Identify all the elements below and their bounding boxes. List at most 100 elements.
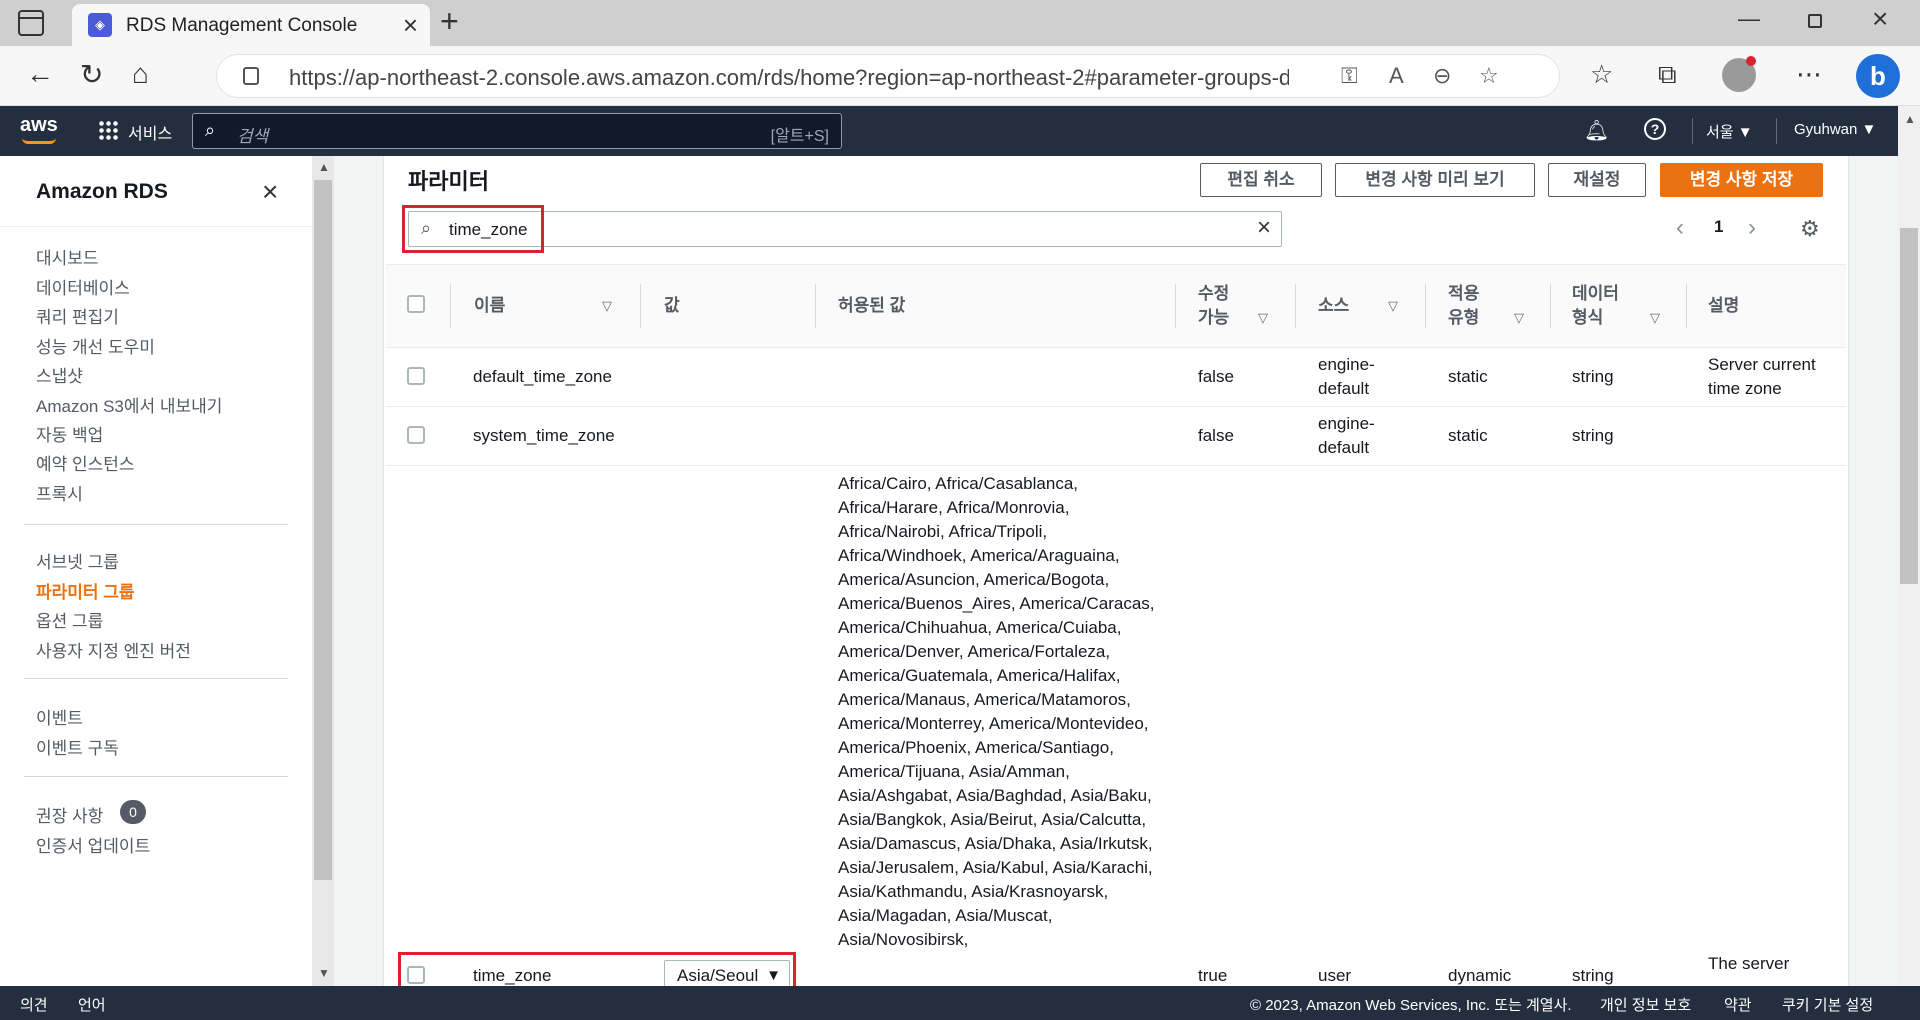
- aws-logo[interactable]: aws: [20, 114, 58, 137]
- column-header-data-type[interactable]: 데이터 형식: [1572, 282, 1619, 330]
- gear-icon[interactable]: ⚙: [1800, 216, 1820, 242]
- preview-changes-button[interactable]: 변경 사항 미리 보기: [1335, 163, 1535, 197]
- sort-icon[interactable]: ▽: [1514, 310, 1524, 326]
- column-header-modifiable[interactable]: 수정가능: [1198, 282, 1229, 330]
- column-header-source[interactable]: 소스: [1318, 294, 1349, 318]
- url-text[interactable]: https://ap-northeast-2.console.aws.amazo…: [289, 65, 1289, 91]
- address-bar[interactable]: https://ap-northeast-2.console.aws.amazo…: [216, 54, 1560, 98]
- maximize-icon[interactable]: [1808, 14, 1822, 28]
- user-menu[interactable]: Gyuhwan ▼: [1794, 121, 1876, 138]
- param-modifiable: true: [1198, 966, 1228, 985]
- row-checkbox[interactable]: [407, 367, 425, 385]
- add-favorite-icon[interactable]: ☆: [1479, 63, 1499, 89]
- sort-icon[interactable]: ▽: [602, 298, 612, 314]
- help-icon[interactable]: ?: [1644, 118, 1666, 140]
- refresh-icon[interactable]: ↻: [80, 58, 103, 91]
- sidebar-item-s3-exports[interactable]: Amazon S3에서 내보내기: [36, 392, 222, 417]
- column-divider: [640, 284, 641, 328]
- zoom-out-icon[interactable]: ⊖: [1433, 63, 1451, 89]
- read-aloud-icon[interactable]: A: [1389, 63, 1404, 89]
- column-header-allowed-values[interactable]: 허용된 값: [838, 294, 905, 318]
- language-link[interactable]: 언어: [78, 994, 106, 1015]
- cookie-preferences-link[interactable]: 쿠키 기본 설정: [1782, 994, 1873, 1015]
- param-data-type: string: [1572, 426, 1614, 445]
- terms-link[interactable]: 약관: [1724, 994, 1752, 1015]
- divider: [24, 524, 288, 525]
- column-header-apply-type[interactable]: 적용 유형: [1448, 282, 1479, 330]
- region-selector[interactable]: 서울 ▼: [1706, 121, 1753, 142]
- param-apply-type: dynamic: [1448, 966, 1512, 985]
- page-number[interactable]: 1: [1714, 217, 1723, 237]
- page-scrollbar-thumb[interactable]: [1900, 228, 1918, 584]
- aws-search-input[interactable]: ⌕ 검색 [알트+S]: [192, 113, 842, 149]
- sidebar-item-reserved-instances[interactable]: 예약 인스턴스: [36, 450, 135, 475]
- sort-icon[interactable]: ▽: [1258, 310, 1268, 326]
- cancel-edit-button[interactable]: 편집 취소: [1200, 163, 1322, 197]
- services-menu[interactable]: 서비스: [128, 120, 172, 144]
- header-line: 가능: [1198, 308, 1230, 327]
- sidebar-item-option-groups[interactable]: 옵션 그룹: [36, 607, 103, 632]
- sidebar-item-events[interactable]: 이벤트: [36, 704, 83, 729]
- scroll-up-icon[interactable]: ▲: [318, 160, 330, 174]
- sidebar-item-databases[interactable]: 데이터베이스: [36, 274, 130, 299]
- browser-tab[interactable]: ◈ RDS Management Console ×: [72, 4, 430, 46]
- column-divider: [1550, 284, 1551, 328]
- header-line: 수정: [1198, 284, 1230, 303]
- sidebar-item-custom-engine-versions[interactable]: 사용자 지정 엔진 버전: [36, 637, 191, 662]
- sidebar-title[interactable]: Amazon RDS: [36, 180, 168, 204]
- scroll-down-icon[interactable]: ▼: [318, 966, 330, 980]
- new-tab-icon[interactable]: +: [440, 3, 459, 40]
- sidebar: Amazon RDS × 대시보드 데이터베이스 쿼리 편집기 성능 개선 도우…: [0, 156, 312, 986]
- sidebar-scrollbar-thumb[interactable]: [314, 180, 332, 880]
- more-icon[interactable]: ⋯: [1796, 59, 1822, 90]
- sidebar-item-performance-insights[interactable]: 성능 개선 도우미: [36, 333, 155, 358]
- sidebar-item-proxies[interactable]: 프록시: [36, 480, 83, 505]
- rds-favicon-icon: ◈: [88, 13, 112, 37]
- scroll-up-icon[interactable]: ▲: [1904, 112, 1916, 126]
- sidebar-item-certificate-update[interactable]: 인증서 업데이트: [36, 832, 150, 857]
- bell-icon[interactable]: 🔔︎: [1584, 118, 1609, 143]
- services-grid-icon[interactable]: [98, 120, 118, 140]
- privacy-link[interactable]: 개인 정보 보호: [1600, 994, 1691, 1015]
- column-header-name[interactable]: 이름: [474, 294, 505, 318]
- header-divider: [1692, 118, 1693, 144]
- column-divider: [450, 284, 451, 328]
- sidebar-close-icon[interactable]: ×: [262, 176, 278, 208]
- tab-actions-icon[interactable]: [18, 10, 44, 36]
- sidebar-item-event-subscriptions[interactable]: 이벤트 구독: [36, 734, 119, 759]
- back-icon[interactable]: ←: [26, 58, 54, 90]
- bing-icon[interactable]: b: [1856, 54, 1900, 98]
- save-changes-button[interactable]: 변경 사항 저장: [1660, 163, 1823, 197]
- minimize-icon[interactable]: —: [1738, 6, 1760, 32]
- sidebar-item-query-editor[interactable]: 쿼리 편집기: [36, 303, 119, 328]
- sidebar-item-subnet-groups[interactable]: 서브넷 그룹: [36, 548, 119, 573]
- reset-button[interactable]: 재설정: [1548, 163, 1646, 197]
- row-checkbox[interactable]: [407, 426, 425, 444]
- previous-page-icon[interactable]: ‹: [1676, 214, 1684, 242]
- sidebar-item-recommendations[interactable]: 권장 사항: [36, 802, 103, 827]
- next-page-icon[interactable]: ›: [1748, 214, 1756, 242]
- home-icon[interactable]: ⌂: [132, 58, 149, 90]
- collections-icon[interactable]: ⧉: [1658, 59, 1677, 91]
- window-close-icon[interactable]: ×: [1872, 3, 1888, 35]
- lock-icon[interactable]: [243, 67, 259, 85]
- sidebar-item-parameter-groups[interactable]: 파라미터 그룹: [36, 578, 135, 603]
- sidebar-item-snapshots[interactable]: 스냅샷: [36, 362, 83, 387]
- key-icon[interactable]: ⚿: [1341, 63, 1358, 89]
- row-divider: [386, 406, 1846, 407]
- divider: [0, 226, 312, 227]
- aws-header: aws 서비스 ⌕ 검색 [알트+S] 🔔︎ ? 서울 ▼ Gyuhwan ▼: [0, 106, 1898, 156]
- tab-close-icon[interactable]: ×: [403, 10, 418, 41]
- select-all-checkbox[interactable]: [407, 295, 425, 313]
- favorites-icon[interactable]: ☆: [1590, 59, 1613, 90]
- header-line: 적용: [1448, 284, 1480, 303]
- source-line: engine-: [1318, 414, 1375, 433]
- sort-icon[interactable]: ▽: [1650, 310, 1660, 326]
- column-header-value[interactable]: 값: [664, 294, 680, 318]
- sidebar-item-dashboard[interactable]: 대시보드: [36, 244, 99, 269]
- clear-filter-icon[interactable]: ×: [1257, 214, 1271, 242]
- feedback-link[interactable]: 의견: [20, 994, 48, 1015]
- sidebar-item-automated-backups[interactable]: 자동 백업: [36, 421, 103, 446]
- sort-icon[interactable]: ▽: [1388, 298, 1398, 314]
- param-modifiable: false: [1198, 367, 1234, 386]
